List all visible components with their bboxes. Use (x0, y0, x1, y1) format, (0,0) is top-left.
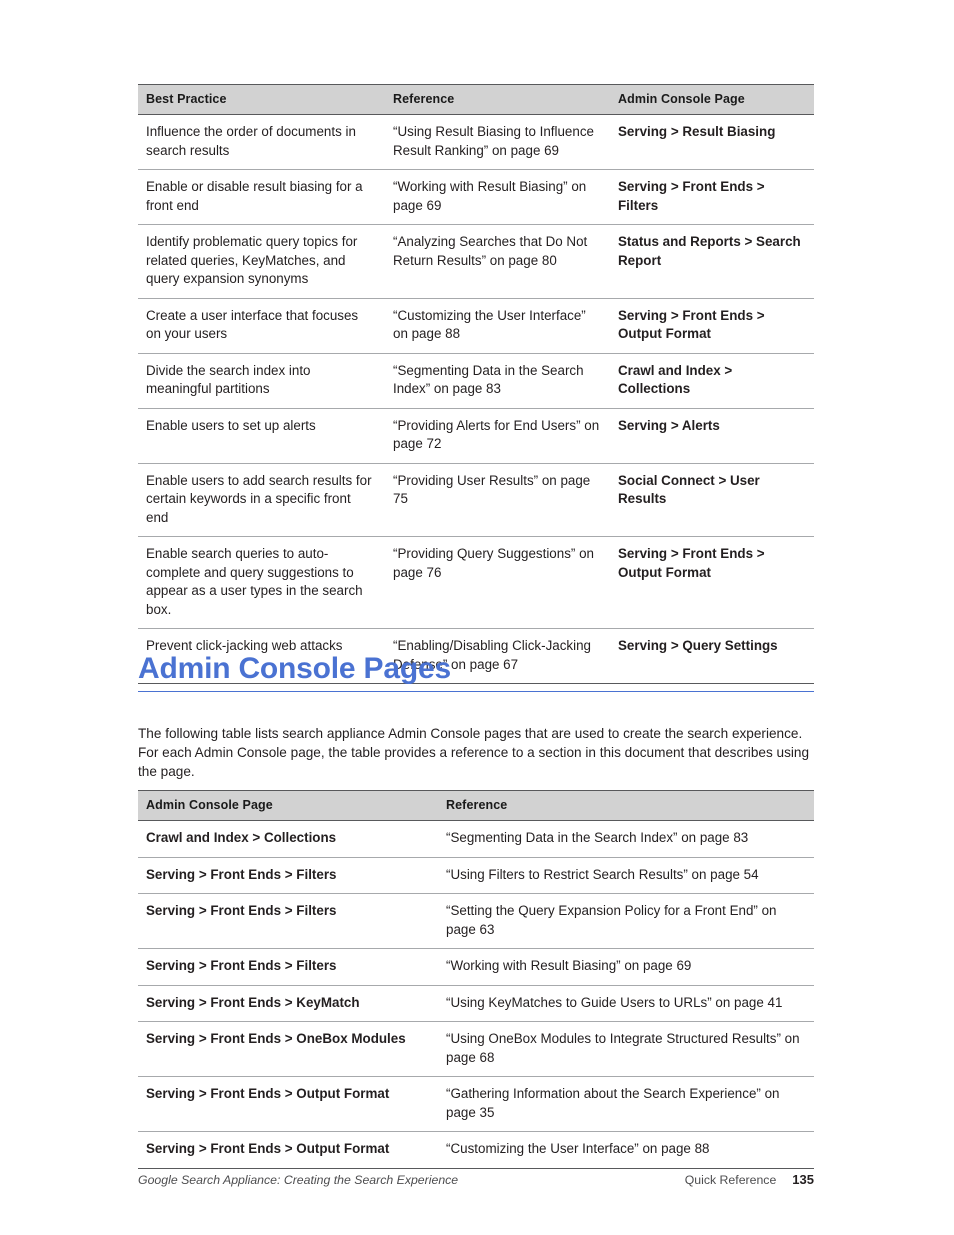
table-row: Enable search queries to auto-complete a… (138, 536, 814, 629)
cell-admin-console-page: Serving > Front Ends > Filters (138, 948, 438, 986)
cell-reference: “Providing Query Suggestions” on page 76 (385, 536, 610, 629)
cell-best-practice: Enable users to add search results for c… (138, 463, 385, 537)
page-footer: Google Search Appliance: Creating the Se… (138, 1172, 814, 1187)
cell-reference: “Using Result Biasing to Influence Resul… (385, 114, 610, 170)
cell-best-practice: Enable or disable result biasing for a f… (138, 169, 385, 225)
cell-admin-console-page: Serving > Front Ends > Output Format (138, 1131, 438, 1169)
table-row: Crawl and Index > Collections “Segmentin… (138, 820, 814, 858)
table-row: Serving > Front Ends > Output Format “Ga… (138, 1076, 814, 1132)
column-header-admin-console-page: Admin Console Page (138, 790, 438, 821)
cell-reference: “Providing Alerts for End Users” on page… (385, 408, 610, 464)
footer-document-title: Google Search Appliance: Creating the Se… (138, 1173, 459, 1187)
cell-reference: “Segmenting Data in the Search Index” on… (438, 820, 814, 858)
table-header-row: Best Practice Reference Admin Console Pa… (138, 84, 814, 115)
admin-console-page-table: Admin Console Page Reference Crawl and I… (138, 790, 814, 1169)
cell-reference: “Using Filters to Restrict Search Result… (438, 857, 814, 894)
cell-reference: “Gathering Information about the Search … (438, 1076, 814, 1132)
cell-reference: “Working with Result Biasing” on page 69 (385, 169, 610, 225)
cell-best-practice: Divide the search index into meaningful … (138, 353, 385, 409)
cell-admin-console-page: Crawl and Index > Collections (610, 353, 814, 409)
cell-admin-console-page: Serving > Result Biasing (610, 114, 814, 170)
cell-admin-console-page: Crawl and Index > Collections (138, 820, 438, 858)
cell-reference: “Customizing the User Interface” on page… (438, 1131, 814, 1169)
cell-reference: “Using OneBox Modules to Integrate Struc… (438, 1021, 814, 1077)
table-row: Serving > Front Ends > Filters “Using Fi… (138, 857, 814, 894)
table-row: Influence the order of documents in sear… (138, 114, 814, 170)
page-title: Admin Console Pages (138, 652, 814, 692)
cell-reference: “Customizing the User Interface” on page… (385, 298, 610, 354)
intro-paragraph: The following table lists search applian… (138, 725, 810, 780)
cell-reference: “Providing User Results” on page 75 (385, 463, 610, 537)
cell-admin-console-page: Serving > Front Ends > Output Format (610, 298, 814, 354)
cell-best-practice: Enable search queries to auto-complete a… (138, 536, 385, 629)
cell-best-practice: Identify problematic query topics for re… (138, 224, 385, 299)
table-row: Enable or disable result biasing for a f… (138, 169, 814, 225)
table-row: Identify problematic query topics for re… (138, 224, 814, 299)
cell-admin-console-page: Serving > Front Ends > KeyMatch (138, 985, 438, 1022)
table-row: Create a user interface that focuses on … (138, 298, 814, 354)
cell-admin-console-page: Serving > Front Ends > Output Format (610, 536, 814, 629)
cell-best-practice: Create a user interface that focuses on … (138, 298, 385, 354)
cell-reference: “Working with Result Biasing” on page 69 (438, 948, 814, 986)
table-row: Serving > Front Ends > Filters “Setting … (138, 893, 814, 949)
table-row: Serving > Front Ends > KeyMatch “Using K… (138, 985, 814, 1022)
table-row: Serving > Front Ends > Output Format “Cu… (138, 1131, 814, 1169)
cell-admin-console-page: Serving > Front Ends > Output Format (138, 1076, 438, 1132)
cell-reference: “Using KeyMatches to Guide Users to URLs… (438, 985, 814, 1022)
cell-admin-console-page: Serving > Alerts (610, 408, 814, 464)
table-row: Divide the search index into meaningful … (138, 353, 814, 409)
cell-admin-console-page: Status and Reports > Search Report (610, 224, 814, 299)
section-heading-block: Admin Console Pages (138, 652, 814, 692)
column-header-reference: Reference (438, 790, 814, 821)
footer-page-number: 135 (792, 1172, 814, 1187)
table-row: Serving > Front Ends > Filters “Working … (138, 948, 814, 986)
column-header-best-practice: Best Practice (138, 84, 385, 115)
table-header-row: Admin Console Page Reference (138, 790, 814, 821)
cell-admin-console-page: Serving > Front Ends > Filters (610, 169, 814, 225)
cell-admin-console-page: Serving > Front Ends > Filters (138, 893, 438, 949)
cell-admin-console-page: Serving > Front Ends > OneBox Modules (138, 1021, 438, 1077)
column-header-reference: Reference (385, 84, 610, 115)
cell-best-practice: Influence the order of documents in sear… (138, 114, 385, 170)
cell-reference: “Segmenting Data in the Search Index” on… (385, 353, 610, 409)
table-row: Serving > Front Ends > OneBox Modules “U… (138, 1021, 814, 1077)
cell-reference: “Setting the Query Expansion Policy for … (438, 893, 814, 949)
column-header-admin-console-page: Admin Console Page (610, 84, 814, 115)
table-row: Enable users to set up alerts “Providing… (138, 408, 814, 464)
cell-admin-console-page: Social Connect > User Results (610, 463, 814, 537)
cell-reference: “Analyzing Searches that Do Not Return R… (385, 224, 610, 299)
cell-admin-console-page: Serving > Front Ends > Filters (138, 857, 438, 894)
best-practice-table: Best Practice Reference Admin Console Pa… (138, 84, 814, 684)
table-row: Enable users to add search results for c… (138, 463, 814, 537)
footer-section-label: Quick Reference (684, 1173, 777, 1187)
cell-best-practice: Enable users to set up alerts (138, 408, 385, 464)
